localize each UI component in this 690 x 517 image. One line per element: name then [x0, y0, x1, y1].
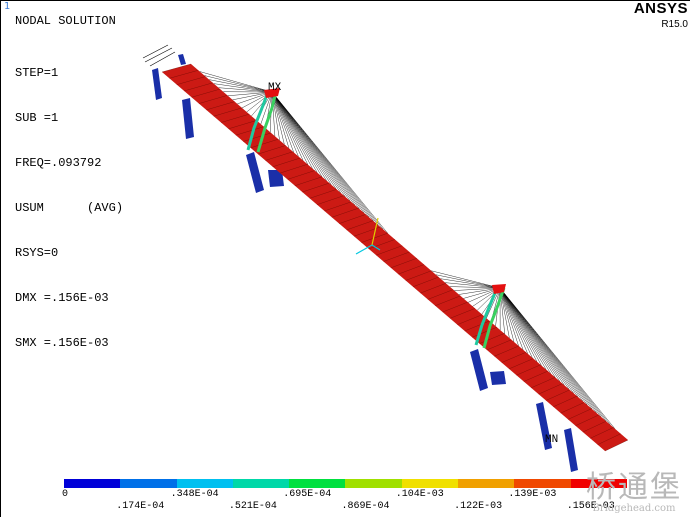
- max-marker: MX: [268, 82, 282, 94]
- pier: [490, 371, 506, 385]
- legend-swatch: [401, 479, 459, 488]
- legend-swatch: [64, 479, 121, 488]
- pier: [564, 428, 578, 472]
- legend-label-top: 0: [62, 489, 69, 500]
- legend-label-bottom: .122E-03: [454, 501, 503, 512]
- watermark-english: Bridgehead.com: [592, 503, 676, 514]
- bridge-model: MX MN: [142, 44, 629, 472]
- legend-label-top: .104E-03: [395, 489, 444, 500]
- legend-swatch: [458, 479, 515, 488]
- legend-swatch: [232, 479, 290, 488]
- legend-swatch: [120, 479, 177, 488]
- legend-label-top: .348E-04: [170, 489, 219, 500]
- graphics-viewport[interactable]: 1 NODAL SOLUTION STEP=1 SUB =1 FREQ=.093…: [0, 0, 690, 517]
- legend-swatch: [289, 479, 346, 488]
- contour-legend-bar: [64, 479, 627, 488]
- pier: [182, 98, 194, 139]
- min-marker: MN: [545, 434, 558, 446]
- pier: [152, 68, 162, 100]
- legend-swatch: [514, 479, 571, 488]
- support-symbols: [142, 44, 176, 67]
- pier: [246, 152, 264, 193]
- pier: [470, 349, 488, 391]
- watermark-chinese: 桥通堡: [586, 470, 682, 505]
- legend-label-top: .695E-04: [283, 489, 332, 500]
- legend-label-top: .139E-03: [508, 489, 557, 500]
- site-watermark: 桥通堡 Bridgehead.com: [586, 470, 682, 515]
- legend-label-bottom: .521E-04: [228, 501, 277, 512]
- legend-swatch: [176, 479, 233, 488]
- legend-label-bottom: .174E-04: [116, 501, 165, 512]
- legend-label-bottom: .869E-04: [341, 501, 390, 512]
- pier: [178, 54, 186, 65]
- legend-swatch: [345, 479, 402, 488]
